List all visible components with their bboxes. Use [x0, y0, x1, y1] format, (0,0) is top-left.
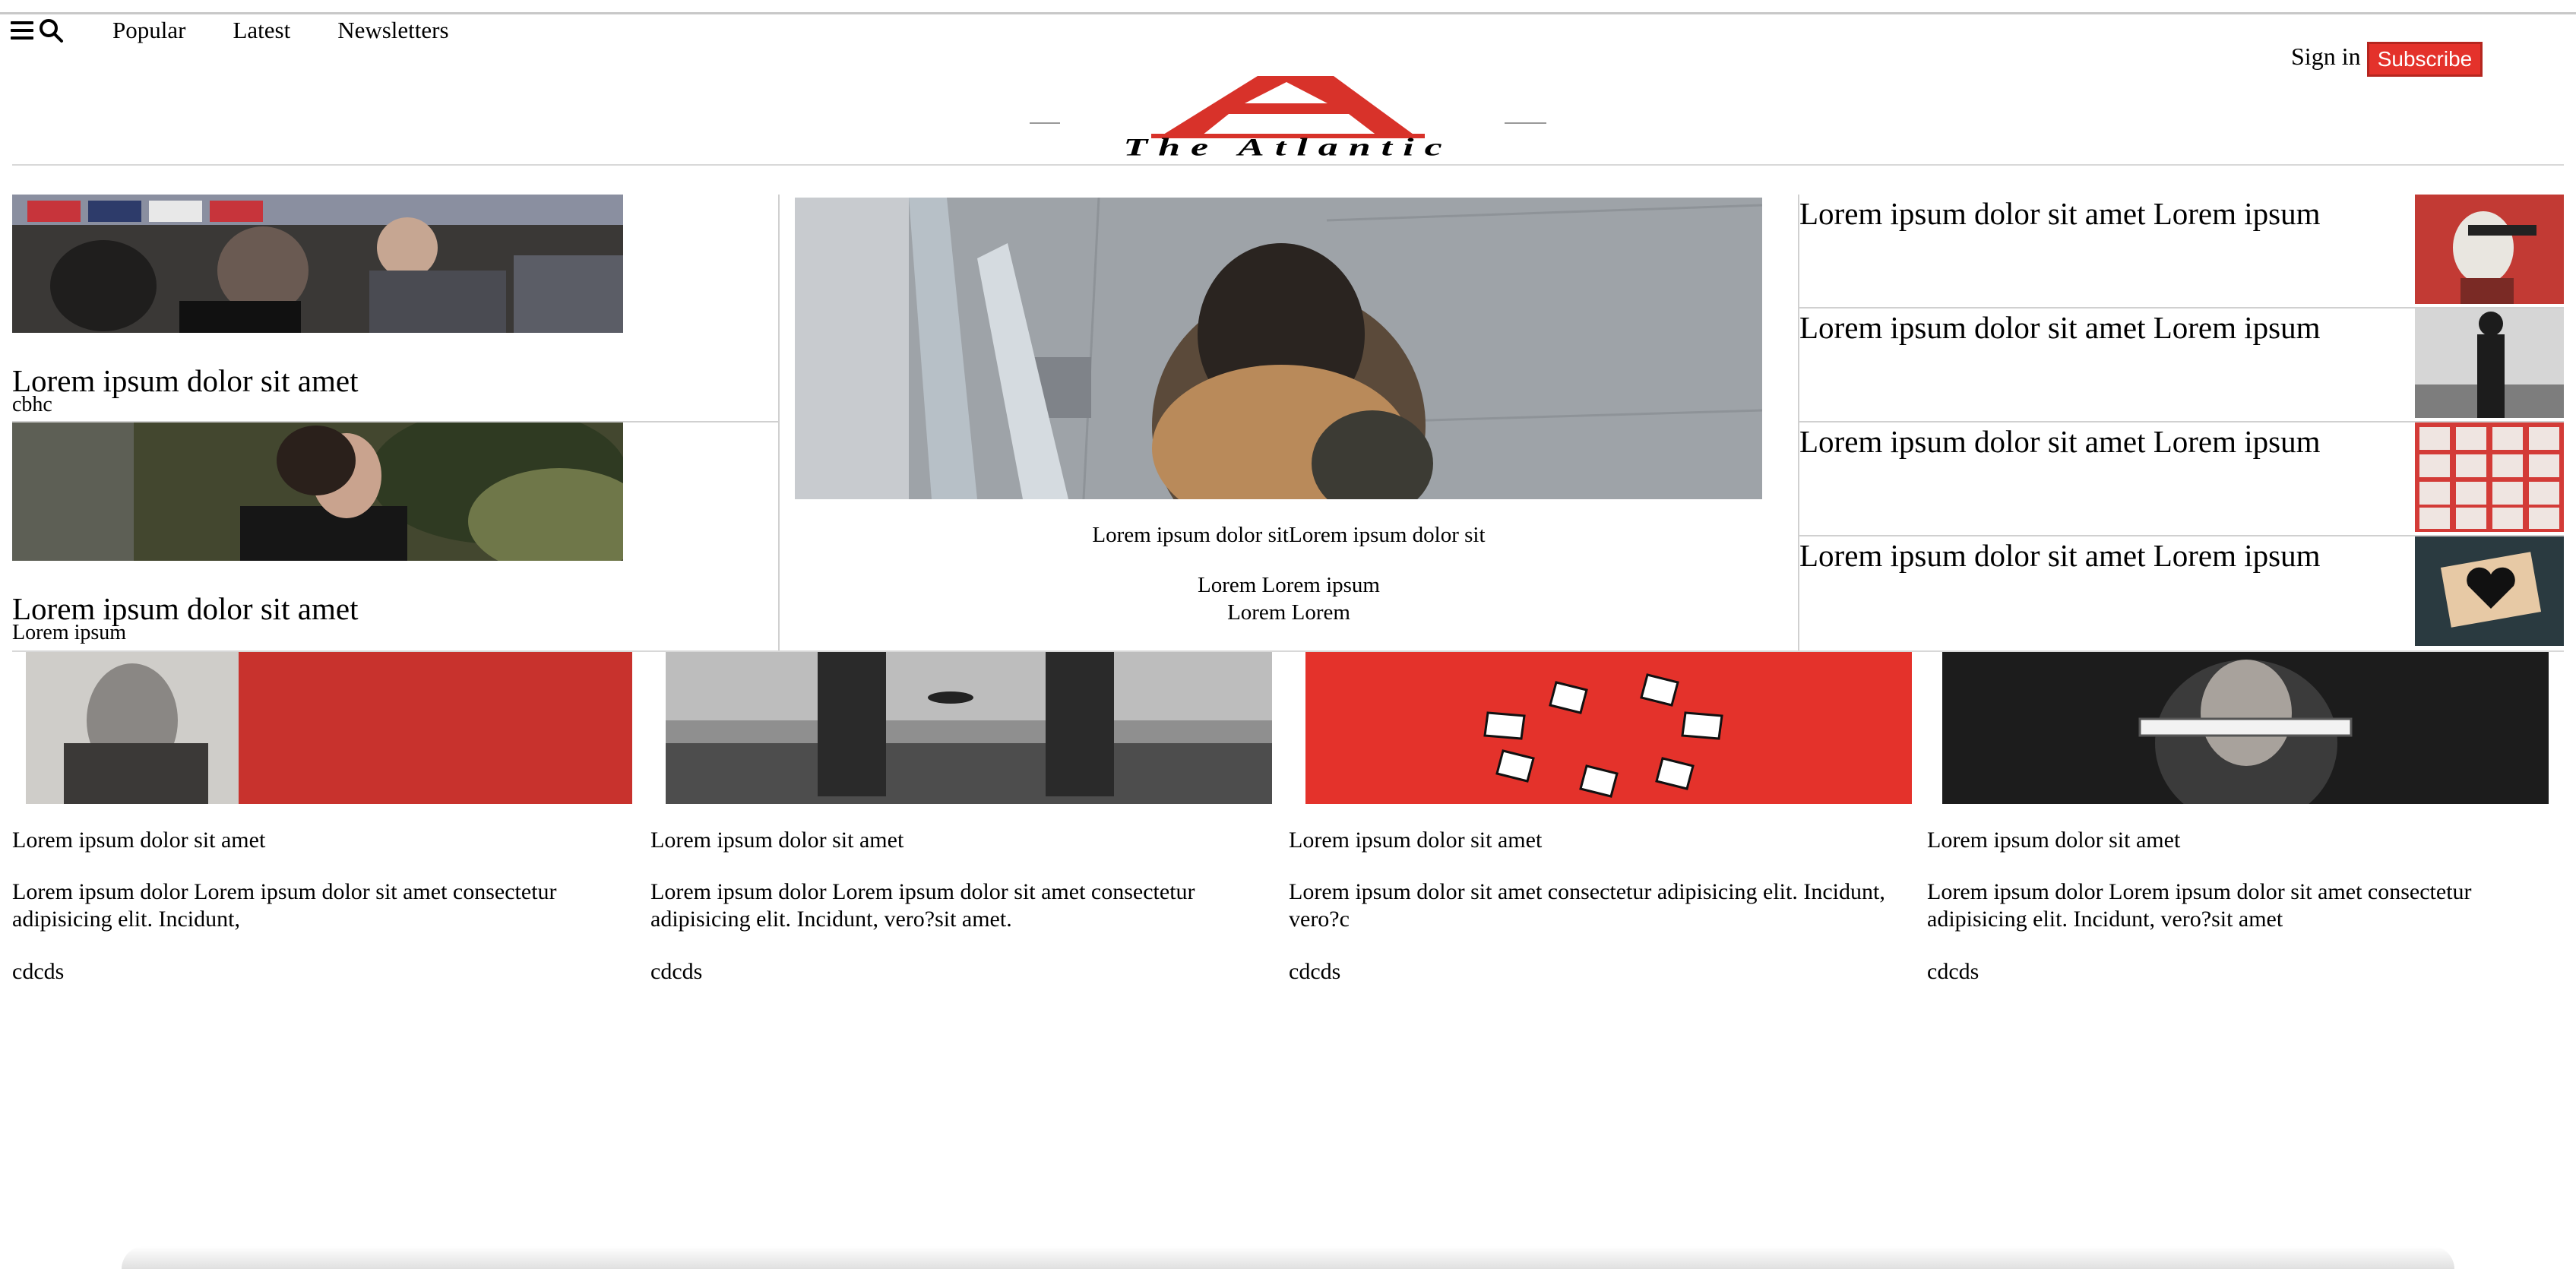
card-description: Lorem ipsum dolor Lorem ipsum dolor sit …	[12, 879, 557, 932]
card-tag: cdcds	[1289, 959, 1341, 984]
story-image-woman[interactable]	[12, 422, 623, 561]
list-item-thumbnail[interactable]	[2415, 309, 2564, 418]
card-description: Lorem ipsum dolor Lorem ipsum dolor sit …	[1927, 879, 2472, 932]
nav-link-newsletters[interactable]: Newsletters	[337, 17, 448, 44]
card-tag: cdcds	[1927, 959, 1979, 984]
card-tag: cdcds	[650, 959, 703, 984]
top-nav: Popular Latest Newsletters	[11, 15, 449, 46]
list-item[interactable]: Lorem ipsum dolor sit amet Lorem ipsum	[1799, 195, 2564, 309]
featured-subtext-line: Lorem Lorem	[1227, 600, 1350, 625]
search-icon[interactable]	[38, 17, 64, 43]
story-image-crowd[interactable]	[12, 195, 623, 333]
card-tag: cdcds	[12, 959, 65, 984]
card-image[interactable]	[666, 652, 1272, 804]
featured-caption[interactable]: Lorem ipsum dolor sitLorem ipsum dolor s…	[795, 523, 1783, 548]
column-divider	[778, 195, 780, 650]
story-byline: Lorem ipsum	[12, 621, 127, 644]
featured-image[interactable]	[795, 198, 1762, 499]
nav-link-latest[interactable]: Latest	[233, 17, 290, 44]
card-image[interactable]	[1305, 652, 1912, 804]
card-title[interactable]: Lorem ipsum dolor sit amet	[650, 827, 903, 854]
hamburger-menu-icon[interactable]	[11, 21, 33, 40]
list-item[interactable]: Lorem ipsum dolor sit amet Lorem ipsum	[1799, 536, 2564, 650]
story-headline[interactable]: Lorem ipsum dolor sit amet	[12, 363, 358, 398]
top-rule	[0, 12, 2576, 14]
list-item-thumbnail[interactable]	[2415, 422, 2564, 532]
list-item-headline[interactable]: Lorem ipsum dolor sit amet Lorem ipsum	[1799, 424, 2321, 459]
card-title[interactable]: Lorem ipsum dolor sit amet	[1289, 827, 1542, 854]
featured-subtext-line: Lorem Lorem ipsum	[1197, 573, 1380, 597]
logo-wordmark: The Atlantic	[1123, 134, 1453, 161]
card-description: Lorem ipsum dolor sit amet consectetur a…	[1289, 879, 1885, 932]
list-item[interactable]: Lorem ipsum dolor sit amet Lorem ipsum	[1799, 309, 2564, 422]
sign-in-link[interactable]: Sign in	[2291, 43, 2361, 71]
story-byline: cbhc	[12, 393, 52, 416]
card-description: Lorem ipsum dolor Lorem ipsum dolor sit …	[650, 879, 1195, 932]
card-title[interactable]: Lorem ipsum dolor sit amet	[1927, 827, 2180, 854]
list-item-thumbnail[interactable]	[2415, 195, 2564, 304]
list-item[interactable]: Lorem ipsum dolor sit amet Lorem ipsum	[1799, 422, 2564, 536]
card-image[interactable]	[26, 652, 632, 804]
subscribe-button[interactable]: Subscribe	[2367, 42, 2483, 77]
left-stories: Lorem ipsum dolor sit amet cbhc Lorem ip…	[12, 195, 778, 650]
list-item-headline[interactable]: Lorem ipsum dolor sit amet Lorem ipsum	[1799, 196, 2321, 231]
site-logo[interactable]: The Atlantic	[1030, 73, 1546, 169]
left-story[interactable]: Lorem ipsum dolor sit amet Lorem ipsum	[12, 422, 778, 650]
card-title[interactable]: Lorem ipsum dolor sit amet	[12, 827, 265, 854]
right-story-list: Lorem ipsum dolor sit amet Lorem ipsum L…	[1799, 195, 2564, 650]
header-divider	[12, 164, 2564, 166]
featured-subtext: Lorem Lorem ipsum Lorem Lorem	[795, 571, 1783, 626]
nav-link-popular[interactable]: Popular	[112, 17, 185, 44]
list-item-thumbnail[interactable]	[2415, 536, 2564, 646]
list-item-headline[interactable]: Lorem ipsum dolor sit amet Lorem ipsum	[1799, 310, 2321, 345]
window-edge-shadow	[122, 1246, 2454, 1269]
list-item-headline[interactable]: Lorem ipsum dolor sit amet Lorem ipsum	[1799, 538, 2321, 573]
card-image[interactable]	[1942, 652, 2549, 804]
left-story[interactable]: Lorem ipsum dolor sit amet cbhc	[12, 195, 778, 422]
logo-a-mark	[1030, 76, 1546, 138]
